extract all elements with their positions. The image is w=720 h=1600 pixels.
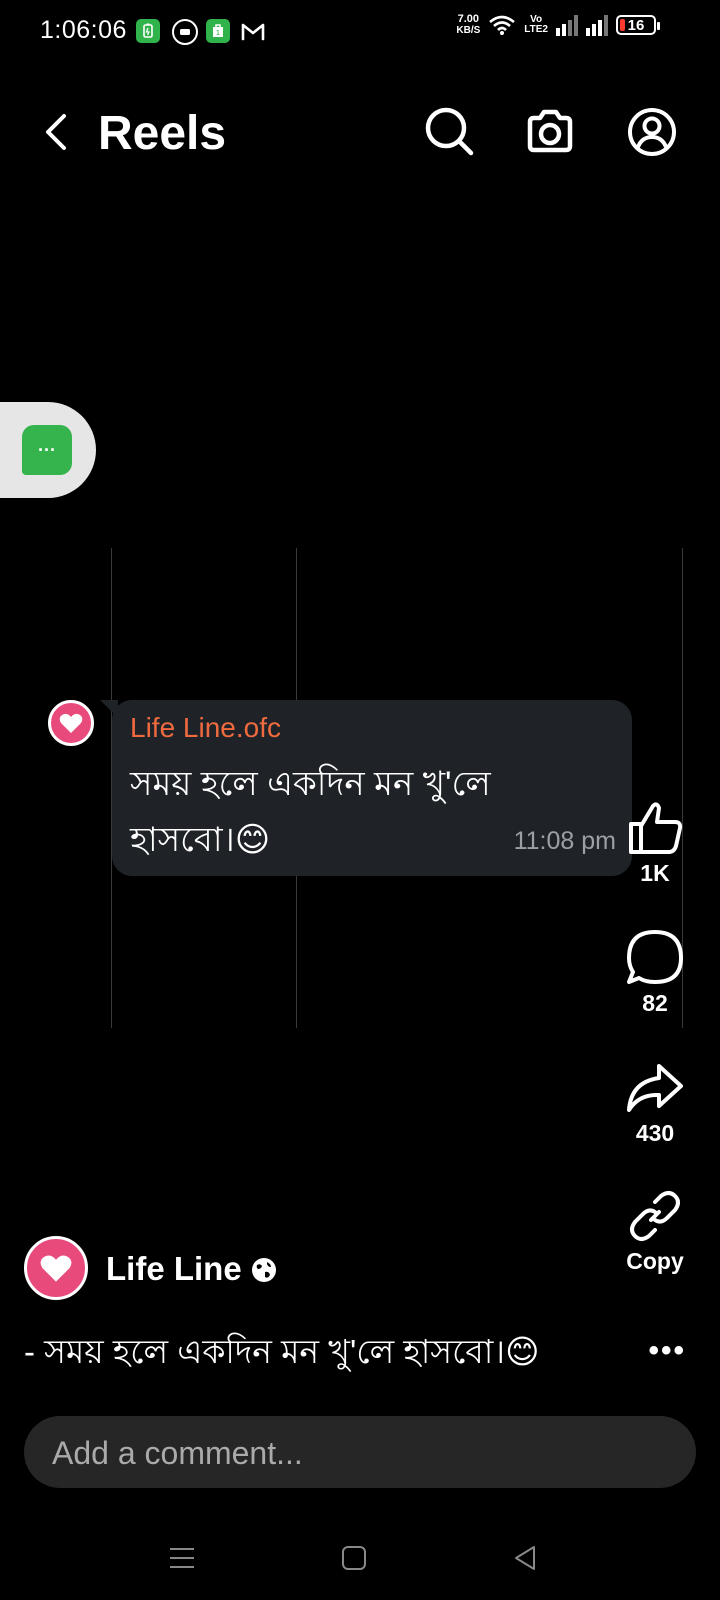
- svg-text:1: 1: [216, 29, 220, 37]
- profile-button[interactable]: [626, 106, 678, 158]
- app-notification-icon: 1: [206, 19, 230, 43]
- camera-button[interactable]: [524, 106, 576, 158]
- signal-sim2-icon: [586, 14, 608, 36]
- comment-icon: [627, 930, 683, 984]
- net-speed-unit: KB/S: [456, 25, 481, 36]
- gmail-icon: [240, 20, 266, 47]
- heart-icon: [59, 713, 83, 733]
- volte-indicator: Vo LTE2: [524, 15, 548, 35]
- author-avatar[interactable]: [24, 1236, 88, 1300]
- menu-icon: [170, 1548, 194, 1568]
- globe-icon: [250, 1256, 278, 1284]
- link-icon: [630, 1191, 680, 1241]
- share-count: 430: [635, 1120, 675, 1146]
- page-title: Reels: [98, 107, 227, 160]
- battery-level: 16: [627, 16, 645, 34]
- author-name[interactable]: Life Line: [106, 1250, 242, 1288]
- share-button[interactable]: 430: [620, 1058, 690, 1147]
- battery-icon: 16: [616, 15, 660, 35]
- search-button[interactable]: [424, 106, 476, 158]
- post-caption: - সময় হলে একদিন মন খু'লে হাসবো।😊: [24, 1333, 540, 1370]
- thumbs-up-icon: [629, 802, 683, 854]
- net-speed-value: 7.00: [457, 13, 480, 25]
- back-arrow-icon: [46, 114, 66, 150]
- comment-count: 82: [642, 990, 668, 1016]
- share-icon: [627, 1064, 683, 1112]
- back-nav-button[interactable]: [508, 1540, 544, 1576]
- camera-icon: [527, 109, 573, 153]
- net-speed: 7.00 KB/S: [456, 13, 481, 37]
- recent-apps-button[interactable]: [164, 1540, 200, 1576]
- like-button[interactable]: 1K: [620, 798, 690, 887]
- comment-box[interactable]: [24, 1416, 696, 1488]
- volte-bottom: LTE2: [524, 24, 548, 35]
- search-icon: [425, 107, 474, 156]
- comment-button[interactable]: 82: [620, 928, 690, 1017]
- back-triangle-icon: [515, 1546, 535, 1570]
- back-button[interactable]: [38, 112, 78, 152]
- copy-link-button[interactable]: Copy: [620, 1186, 690, 1275]
- chat-dots-icon: ···: [22, 425, 72, 475]
- like-count: 1K: [640, 860, 670, 886]
- status-right-group: 7.00 KB/S Vo LTE2 16: [456, 13, 660, 37]
- profile-icon: [628, 108, 676, 156]
- signal-sim1-icon: [556, 14, 578, 36]
- battery-saver-icon: [136, 19, 160, 43]
- message-time: 11:08 pm: [513, 827, 616, 855]
- screen-record-icon: [172, 19, 198, 45]
- chat-message-bubble: Life Line.ofc সময় হলে একদিন মন খু'লে হা…: [100, 700, 632, 876]
- heart-icon: [40, 1255, 72, 1282]
- status-time: 1:06:06: [40, 16, 127, 44]
- sender-name: Life Line.ofc: [130, 712, 281, 743]
- comment-input[interactable]: [50, 1430, 654, 1476]
- more-options-button[interactable]: •••: [648, 1334, 686, 1368]
- sender-avatar: [48, 700, 94, 746]
- copy-label: Copy: [626, 1248, 684, 1274]
- home-button[interactable]: [336, 1540, 372, 1576]
- floating-chat-bubble[interactable]: ···: [0, 402, 96, 498]
- home-square-icon: [342, 1546, 366, 1570]
- wifi-icon: [489, 15, 516, 35]
